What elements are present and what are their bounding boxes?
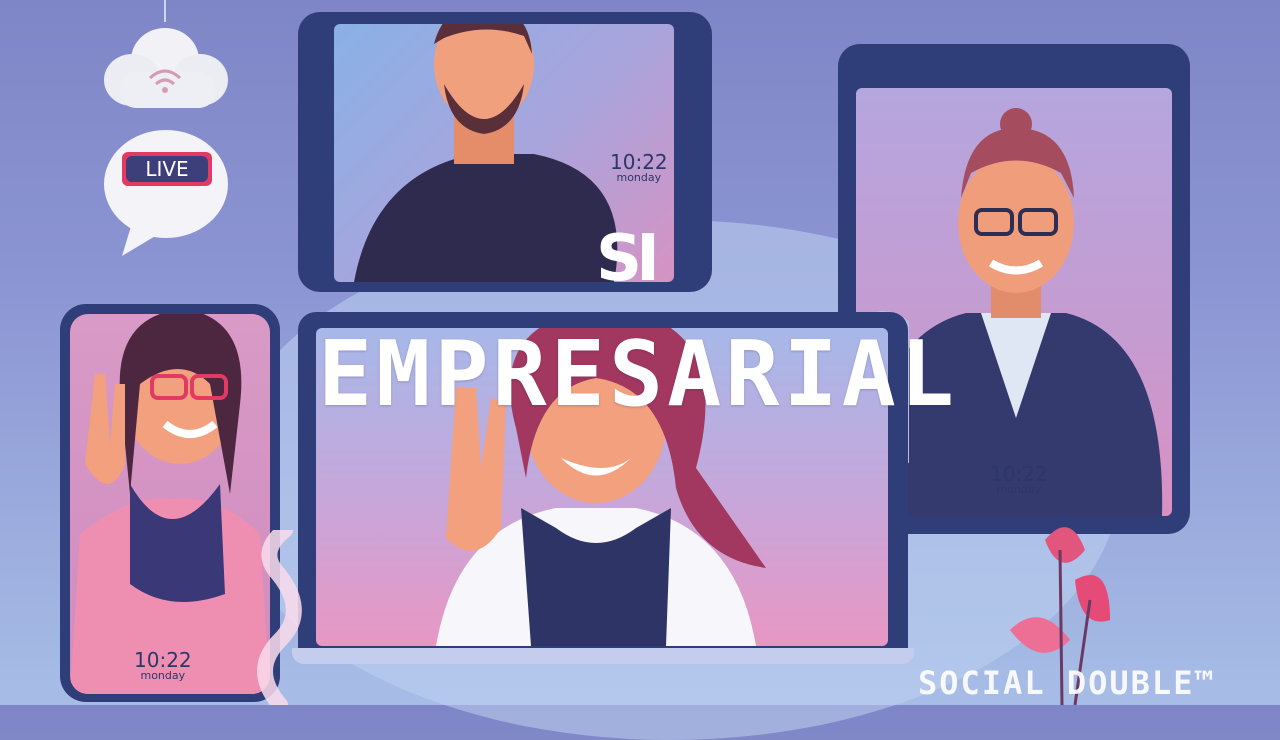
clock-time: 10:22 bbox=[610, 150, 668, 174]
live-badge: LIVE bbox=[126, 156, 208, 182]
clock-time: 10:22 bbox=[134, 648, 192, 672]
steam-decoration bbox=[240, 522, 320, 713]
watermark-brand: SOCIAL DOUBLE™ bbox=[918, 664, 1216, 702]
logo-mark: SI bbox=[596, 222, 660, 296]
clock-day: monday bbox=[616, 171, 662, 184]
cloud-wifi-icon bbox=[90, 0, 240, 115]
clock-display: 10:22 monday bbox=[990, 464, 1048, 495]
clock-time: 10:22 bbox=[990, 462, 1048, 486]
laptop-base bbox=[292, 648, 914, 664]
headline-title: EMPRESARIAL bbox=[318, 322, 959, 427]
clock-display: 10:22 monday bbox=[610, 152, 668, 183]
clock-day: monday bbox=[140, 669, 186, 682]
clock-display: 10:22 monday bbox=[134, 650, 192, 681]
live-speech-bubble: LIVE bbox=[102, 128, 230, 260]
clock-day: monday bbox=[996, 483, 1042, 496]
